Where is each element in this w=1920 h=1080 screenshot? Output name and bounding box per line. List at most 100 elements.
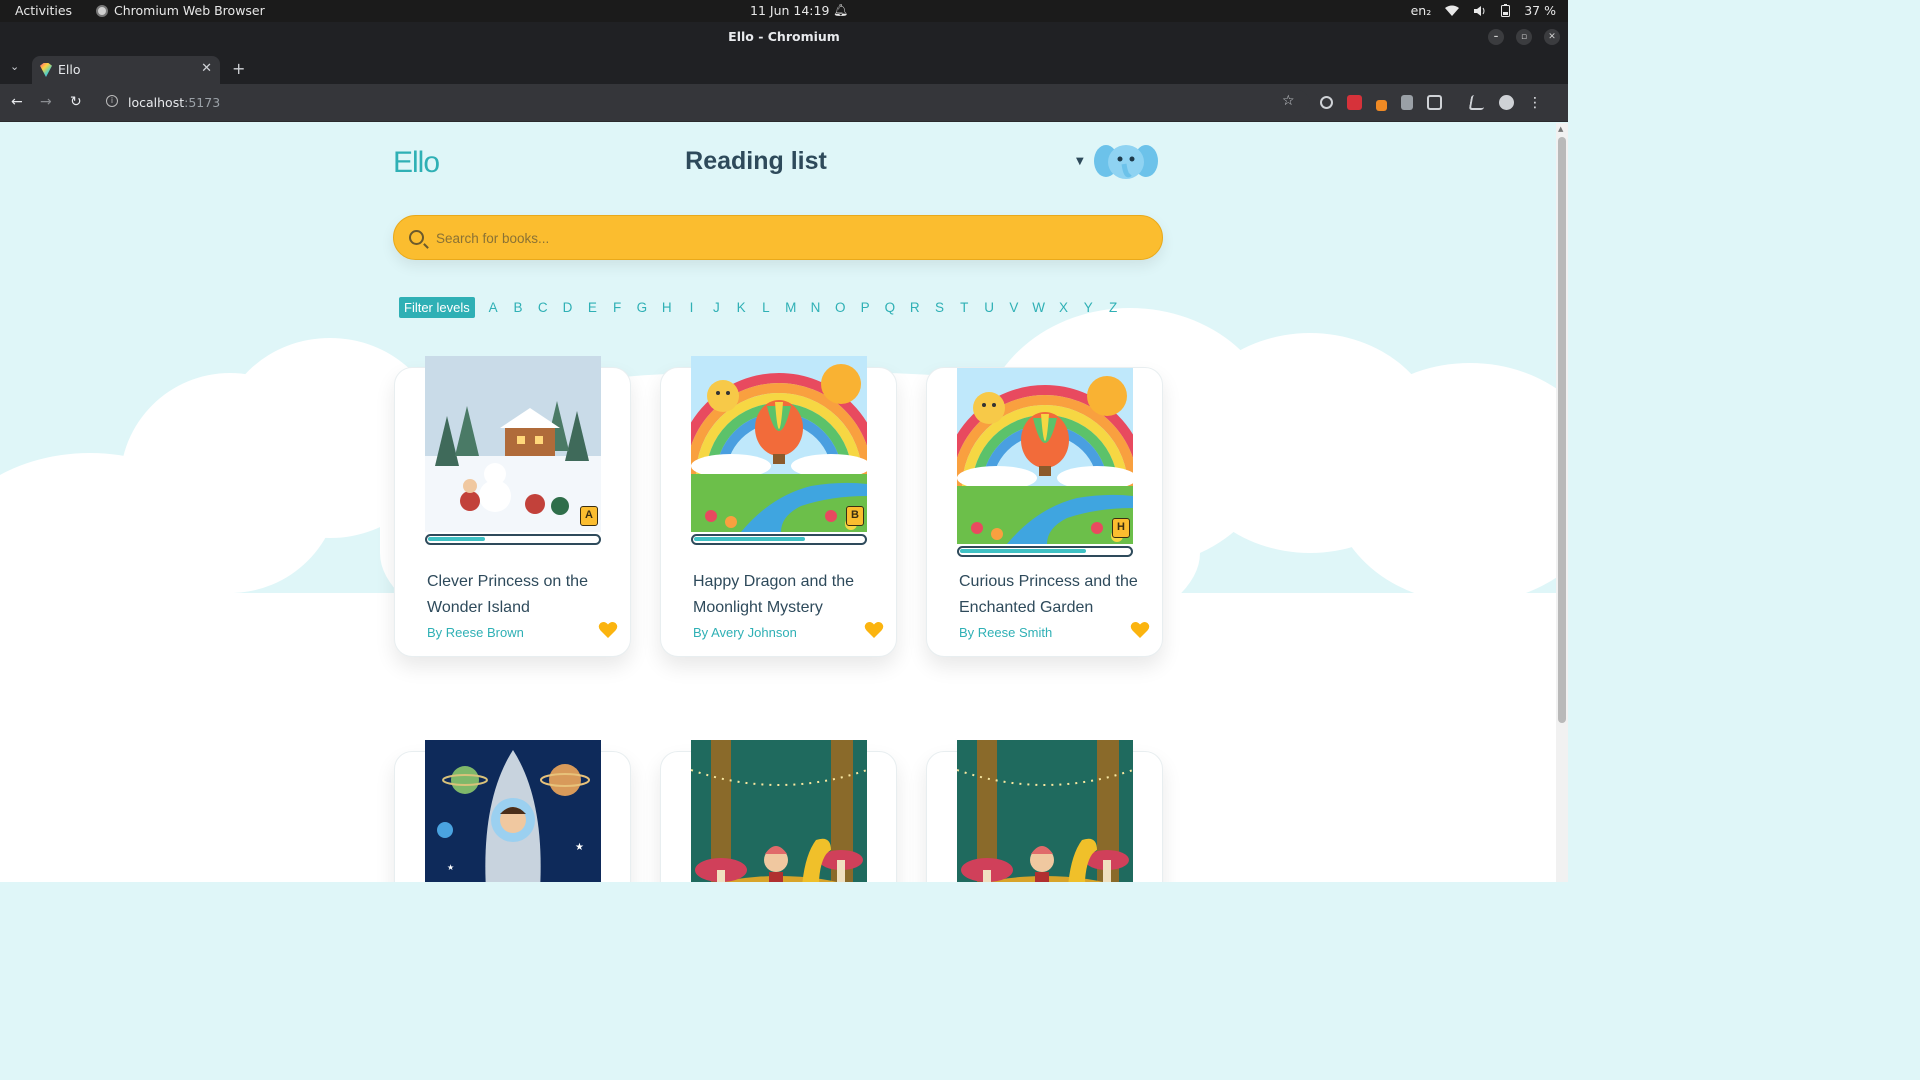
book-cover[interactable] bbox=[691, 740, 867, 882]
level-filter-m[interactable]: M bbox=[778, 300, 803, 315]
level-filter-k[interactable]: K bbox=[729, 300, 754, 315]
level-badge: B bbox=[846, 506, 864, 526]
volume-icon bbox=[1474, 5, 1485, 16]
book-cover[interactable]: B bbox=[691, 356, 867, 532]
clock[interactable]: 11 Jun 14:19 bbox=[750, 3, 829, 18]
reload-icon[interactable]: ↻ bbox=[70, 94, 82, 110]
book-card[interactable] bbox=[660, 740, 897, 882]
book-card[interactable]: B Happy Dragon and the Moonlight Mystery B… bbox=[660, 356, 897, 657]
book-card[interactable]: A Clever Princess on the Wonder Island By … bbox=[394, 356, 631, 657]
os-top-bar: Activities Chromium Web Browser 11 Jun 1… bbox=[0, 0, 1568, 22]
reading-progress-bar bbox=[691, 534, 867, 545]
level-filter-j[interactable]: J bbox=[704, 300, 729, 315]
scroll-up-icon[interactable]: ▲ bbox=[1558, 125, 1566, 133]
level-filter-q[interactable]: Q bbox=[878, 300, 903, 315]
level-filter-t[interactable]: T bbox=[952, 300, 977, 315]
bookmark-star-icon[interactable]: ☆ bbox=[1282, 93, 1295, 109]
level-filter-u[interactable]: U bbox=[977, 300, 1002, 315]
tab-title: Ello bbox=[58, 62, 81, 77]
extension-orange-icon[interactable] bbox=[1376, 100, 1387, 111]
level-filter-s[interactable]: S bbox=[927, 300, 952, 315]
book-title[interactable]: Clever Princess on the Wonder Island bbox=[427, 569, 627, 621]
search-bar[interactable] bbox=[393, 215, 1163, 260]
book-card[interactable]: H Curious Princess and the Enchanted Gard… bbox=[926, 367, 1163, 657]
tab-search-chevron-icon[interactable]: ⌄ bbox=[10, 60, 19, 73]
reading-progress-bar bbox=[425, 534, 601, 545]
extension-red-icon[interactable] bbox=[1347, 95, 1362, 110]
level-filter-d[interactable]: D bbox=[555, 300, 580, 315]
book-title[interactable]: Happy Dragon and the Moonlight Mystery bbox=[693, 569, 893, 621]
book-author: By Reese Smith bbox=[959, 625, 1053, 640]
profile-dropdown-caret-icon[interactable]: ▼ bbox=[1076, 156, 1084, 167]
level-filter-e[interactable]: E bbox=[580, 300, 605, 315]
level-filter-a[interactable]: A bbox=[481, 300, 506, 315]
wifi-icon bbox=[1445, 5, 1460, 16]
elephant-avatar-icon[interactable] bbox=[1094, 144, 1158, 180]
level-filter-o[interactable]: O bbox=[828, 300, 853, 315]
ello-favicon-icon bbox=[40, 63, 52, 77]
window-title: Ello - Chromium bbox=[728, 29, 840, 44]
favorite-heart-icon[interactable] bbox=[1130, 620, 1150, 640]
address-bar[interactable]: i localhost:5173 bbox=[100, 90, 1310, 116]
svg-text:★: ★ bbox=[447, 863, 454, 872]
level-filter-p[interactable]: P bbox=[853, 300, 878, 315]
window-title-bar: Ello - Chromium – ▫ ✕ bbox=[0, 22, 1568, 52]
extension-tool-icon[interactable] bbox=[1401, 95, 1413, 110]
maximize-icon[interactable]: ▫ bbox=[1516, 29, 1532, 45]
battery-icon bbox=[1501, 4, 1511, 17]
level-badge: A bbox=[580, 506, 598, 526]
back-arrow-icon[interactable]: ← bbox=[11, 94, 23, 110]
input-language[interactable]: en₂ bbox=[1411, 3, 1432, 18]
favorite-heart-icon[interactable] bbox=[598, 620, 618, 640]
level-filter-y[interactable]: Y bbox=[1076, 300, 1101, 315]
book-cover[interactable] bbox=[957, 740, 1133, 882]
level-filter-v[interactable]: V bbox=[1001, 300, 1026, 315]
level-filter-b[interactable]: B bbox=[506, 300, 531, 315]
extension-target-icon[interactable] bbox=[1320, 96, 1333, 109]
level-filter-r[interactable]: R bbox=[902, 300, 927, 315]
level-filter-f[interactable]: F bbox=[605, 300, 630, 315]
level-filter-i[interactable]: I bbox=[679, 300, 704, 315]
book-cover[interactable]: ★ ★ bbox=[425, 740, 601, 882]
book-cover[interactable]: H bbox=[957, 368, 1133, 544]
level-filter-h[interactable]: H bbox=[654, 300, 679, 315]
tab-ello[interactable]: Ello ✕ bbox=[32, 56, 220, 84]
level-filter-g[interactable]: G bbox=[630, 300, 655, 315]
search-input[interactable] bbox=[436, 228, 1136, 248]
page-scrollbar[interactable]: ▲ bbox=[1556, 123, 1568, 882]
book-author: By Reese Brown bbox=[427, 625, 524, 640]
book-card[interactable] bbox=[926, 740, 1163, 882]
minimize-icon[interactable]: – bbox=[1488, 29, 1504, 45]
book-title[interactable]: Curious Princess and the Enchanted Garde… bbox=[959, 569, 1159, 621]
site-info-icon[interactable]: i bbox=[106, 95, 118, 107]
book-cover[interactable]: A bbox=[425, 356, 601, 532]
scroll-thumb[interactable] bbox=[1558, 137, 1566, 723]
chromium-icon bbox=[96, 4, 108, 17]
app-menu[interactable]: Chromium Web Browser bbox=[96, 3, 265, 18]
page-content: Ello Reading list ▼ Filter levels ABCDEF… bbox=[0, 123, 1556, 882]
browser-toolbar: ← → ↻ i localhost:5173 ☆ ⋮ bbox=[0, 84, 1568, 122]
profile-icon[interactable] bbox=[1499, 95, 1514, 110]
reading-progress-fill bbox=[960, 549, 1086, 553]
new-tab-plus-icon[interactable]: + bbox=[232, 59, 245, 78]
level-filter-l[interactable]: L bbox=[754, 300, 779, 315]
tab-close-icon[interactable]: ✕ bbox=[201, 61, 212, 76]
url-text[interactable]: localhost:5173 bbox=[128, 95, 220, 110]
level-filter-w[interactable]: W bbox=[1026, 300, 1051, 315]
level-filter-z[interactable]: Z bbox=[1101, 300, 1126, 315]
menu-dots-icon[interactable]: ⋮ bbox=[1528, 95, 1542, 111]
activities-button[interactable]: Activities bbox=[15, 3, 72, 18]
level-filter-n[interactable]: N bbox=[803, 300, 828, 315]
labs-flask-icon[interactable] bbox=[1468, 95, 1487, 110]
book-card[interactable]: ★ ★ bbox=[394, 740, 631, 882]
tab-strip: ⌄ Ello ✕ + bbox=[0, 52, 1568, 84]
extensions-puzzle-icon[interactable] bbox=[1427, 95, 1442, 110]
close-window-icon[interactable]: ✕ bbox=[1544, 29, 1560, 45]
forward-arrow-icon[interactable]: → bbox=[40, 94, 52, 110]
level-filter-c[interactable]: C bbox=[530, 300, 555, 315]
level-badge: H bbox=[1112, 518, 1130, 538]
system-tray[interactable]: en₂ 37 % bbox=[1411, 3, 1556, 18]
favorite-heart-icon[interactable] bbox=[864, 620, 884, 640]
level-filter-x[interactable]: X bbox=[1051, 300, 1076, 315]
search-icon bbox=[409, 230, 424, 245]
